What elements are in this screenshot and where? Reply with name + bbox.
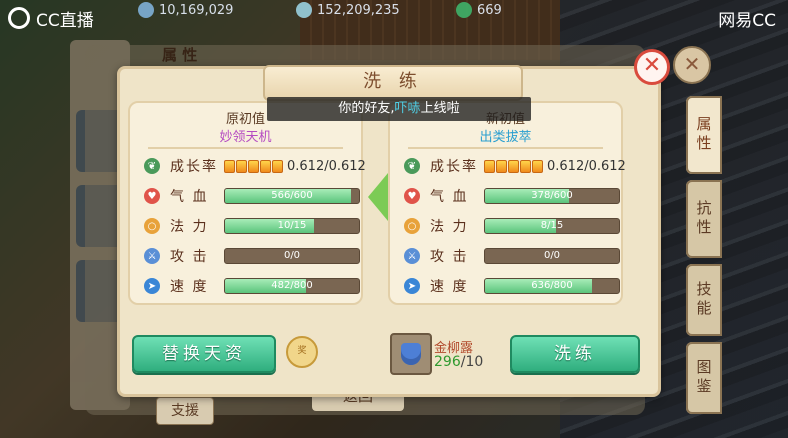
growth-pip [484,159,495,173]
item-slot[interactable] [390,333,432,375]
growth-pip [260,159,271,173]
dialog-title: 洗 练 [263,65,523,101]
close-icon[interactable]: ✕ [634,49,670,85]
stat-bar: 636/800 [484,278,620,294]
circle-icon: ○ [404,218,420,234]
potion-icon [401,343,421,365]
speed-icon: ➤ [144,278,160,294]
leaf-icon: ❦ [144,158,160,174]
stat-row-speed: ➤ 速 度 482/800 [144,276,360,296]
growth-pip [508,159,519,173]
silver-icon [296,2,312,18]
sword-icon: ⚔ [404,248,420,264]
growth-value: 0.612/0.612 [547,158,626,174]
stat-bar: 0/0 [484,248,620,264]
trait-name: 出类拔萃 [479,130,532,145]
growth-value: 0.612/0.612 [287,158,366,174]
speed-icon: ➤ [404,278,420,294]
resource-jade: 669 [456,1,502,19]
stat-row-mp: ○ 法 力 8/15 [404,216,620,236]
medal-icon[interactable]: 奖 [286,336,318,368]
growth-pip [520,159,531,173]
stat-bar: 566/600 [224,188,360,204]
item-count: 296/10 [434,354,484,370]
cc-logo-icon [8,7,30,29]
growth-pip [236,159,247,173]
friend-online-notice: 你的好友,吓哧上线啦 [267,97,531,121]
support-button[interactable]: 支援 [156,397,214,425]
coin-icon [138,2,154,18]
growth-pip [248,159,259,173]
background-close-icon[interactable]: ✕ [673,46,711,84]
stat-row-hp: ♥ 气 血 378/600 [404,186,620,206]
netease-watermark: 网易CC [718,11,776,31]
circle-icon: ○ [144,218,160,234]
original-values-panel: 原初值 妙领天机 ❦ 成长率 0.612/0.612 ♥ 气 血 566/600… [128,101,366,305]
growth-row: ❦ 成长率 0.612/0.612 [144,156,366,176]
heart-icon: ♥ [404,188,420,204]
refine-dialog: 洗 练 ✕ 你的好友,吓哧上线啦 原初值 妙领天机 ❦ 成长率 0.612/0.… [117,49,670,397]
cc-logo-text: CC直播 [36,10,94,31]
tab-skills[interactable]: 技能 [686,264,722,336]
growth-pip [532,159,543,173]
jade-icon [456,2,472,18]
growth-pips [484,159,543,173]
stat-bar: 378/600 [484,188,620,204]
left-arrow-icon [368,173,388,221]
stat-row-mp: ○ 法 力 10/15 [144,216,360,236]
heart-icon: ♥ [144,188,160,204]
stat-bar: 0/0 [224,248,360,264]
tab-gallery[interactable]: 图鉴 [686,342,722,414]
cc-live-logo: CC直播 [8,5,94,31]
trait-name: 妙领天机 [219,130,272,145]
leaf-icon: ❦ [404,158,420,174]
growth-row: ❦ 成长率 0.612/0.612 [404,156,626,176]
resource-silver: 152,209,235 [296,1,400,19]
divider [148,147,343,149]
tab-resistance[interactable]: 抗性 [686,180,722,258]
stat-bar: 10/15 [224,218,360,234]
sword-icon: ⚔ [144,248,160,264]
stat-row-speed: ➤ 速 度 636/800 [404,276,620,296]
growth-pip [224,159,235,173]
growth-pip [272,159,283,173]
stat-row-attack: ⚔ 攻 击 0/0 [404,246,620,266]
stat-row-attack: ⚔ 攻 击 0/0 [144,246,360,266]
replace-talent-button[interactable]: 替换天资 [132,335,276,373]
refine-button[interactable]: 洗练 [510,335,640,373]
stat-bar: 8/15 [484,218,620,234]
new-values-panel: 新初值 出类拔萃 ❦ 成长率 0.612/0.612 ♥ 气 血 378/600… [388,101,626,305]
divider [408,147,603,149]
growth-pips [224,159,283,173]
growth-pip [496,159,507,173]
stat-row-hp: ♥ 气 血 566/600 [144,186,360,206]
resource-coin: 10,169,029 [138,1,233,19]
stat-bar: 482/800 [224,278,360,294]
tab-attributes[interactable]: 属性 [686,96,722,174]
